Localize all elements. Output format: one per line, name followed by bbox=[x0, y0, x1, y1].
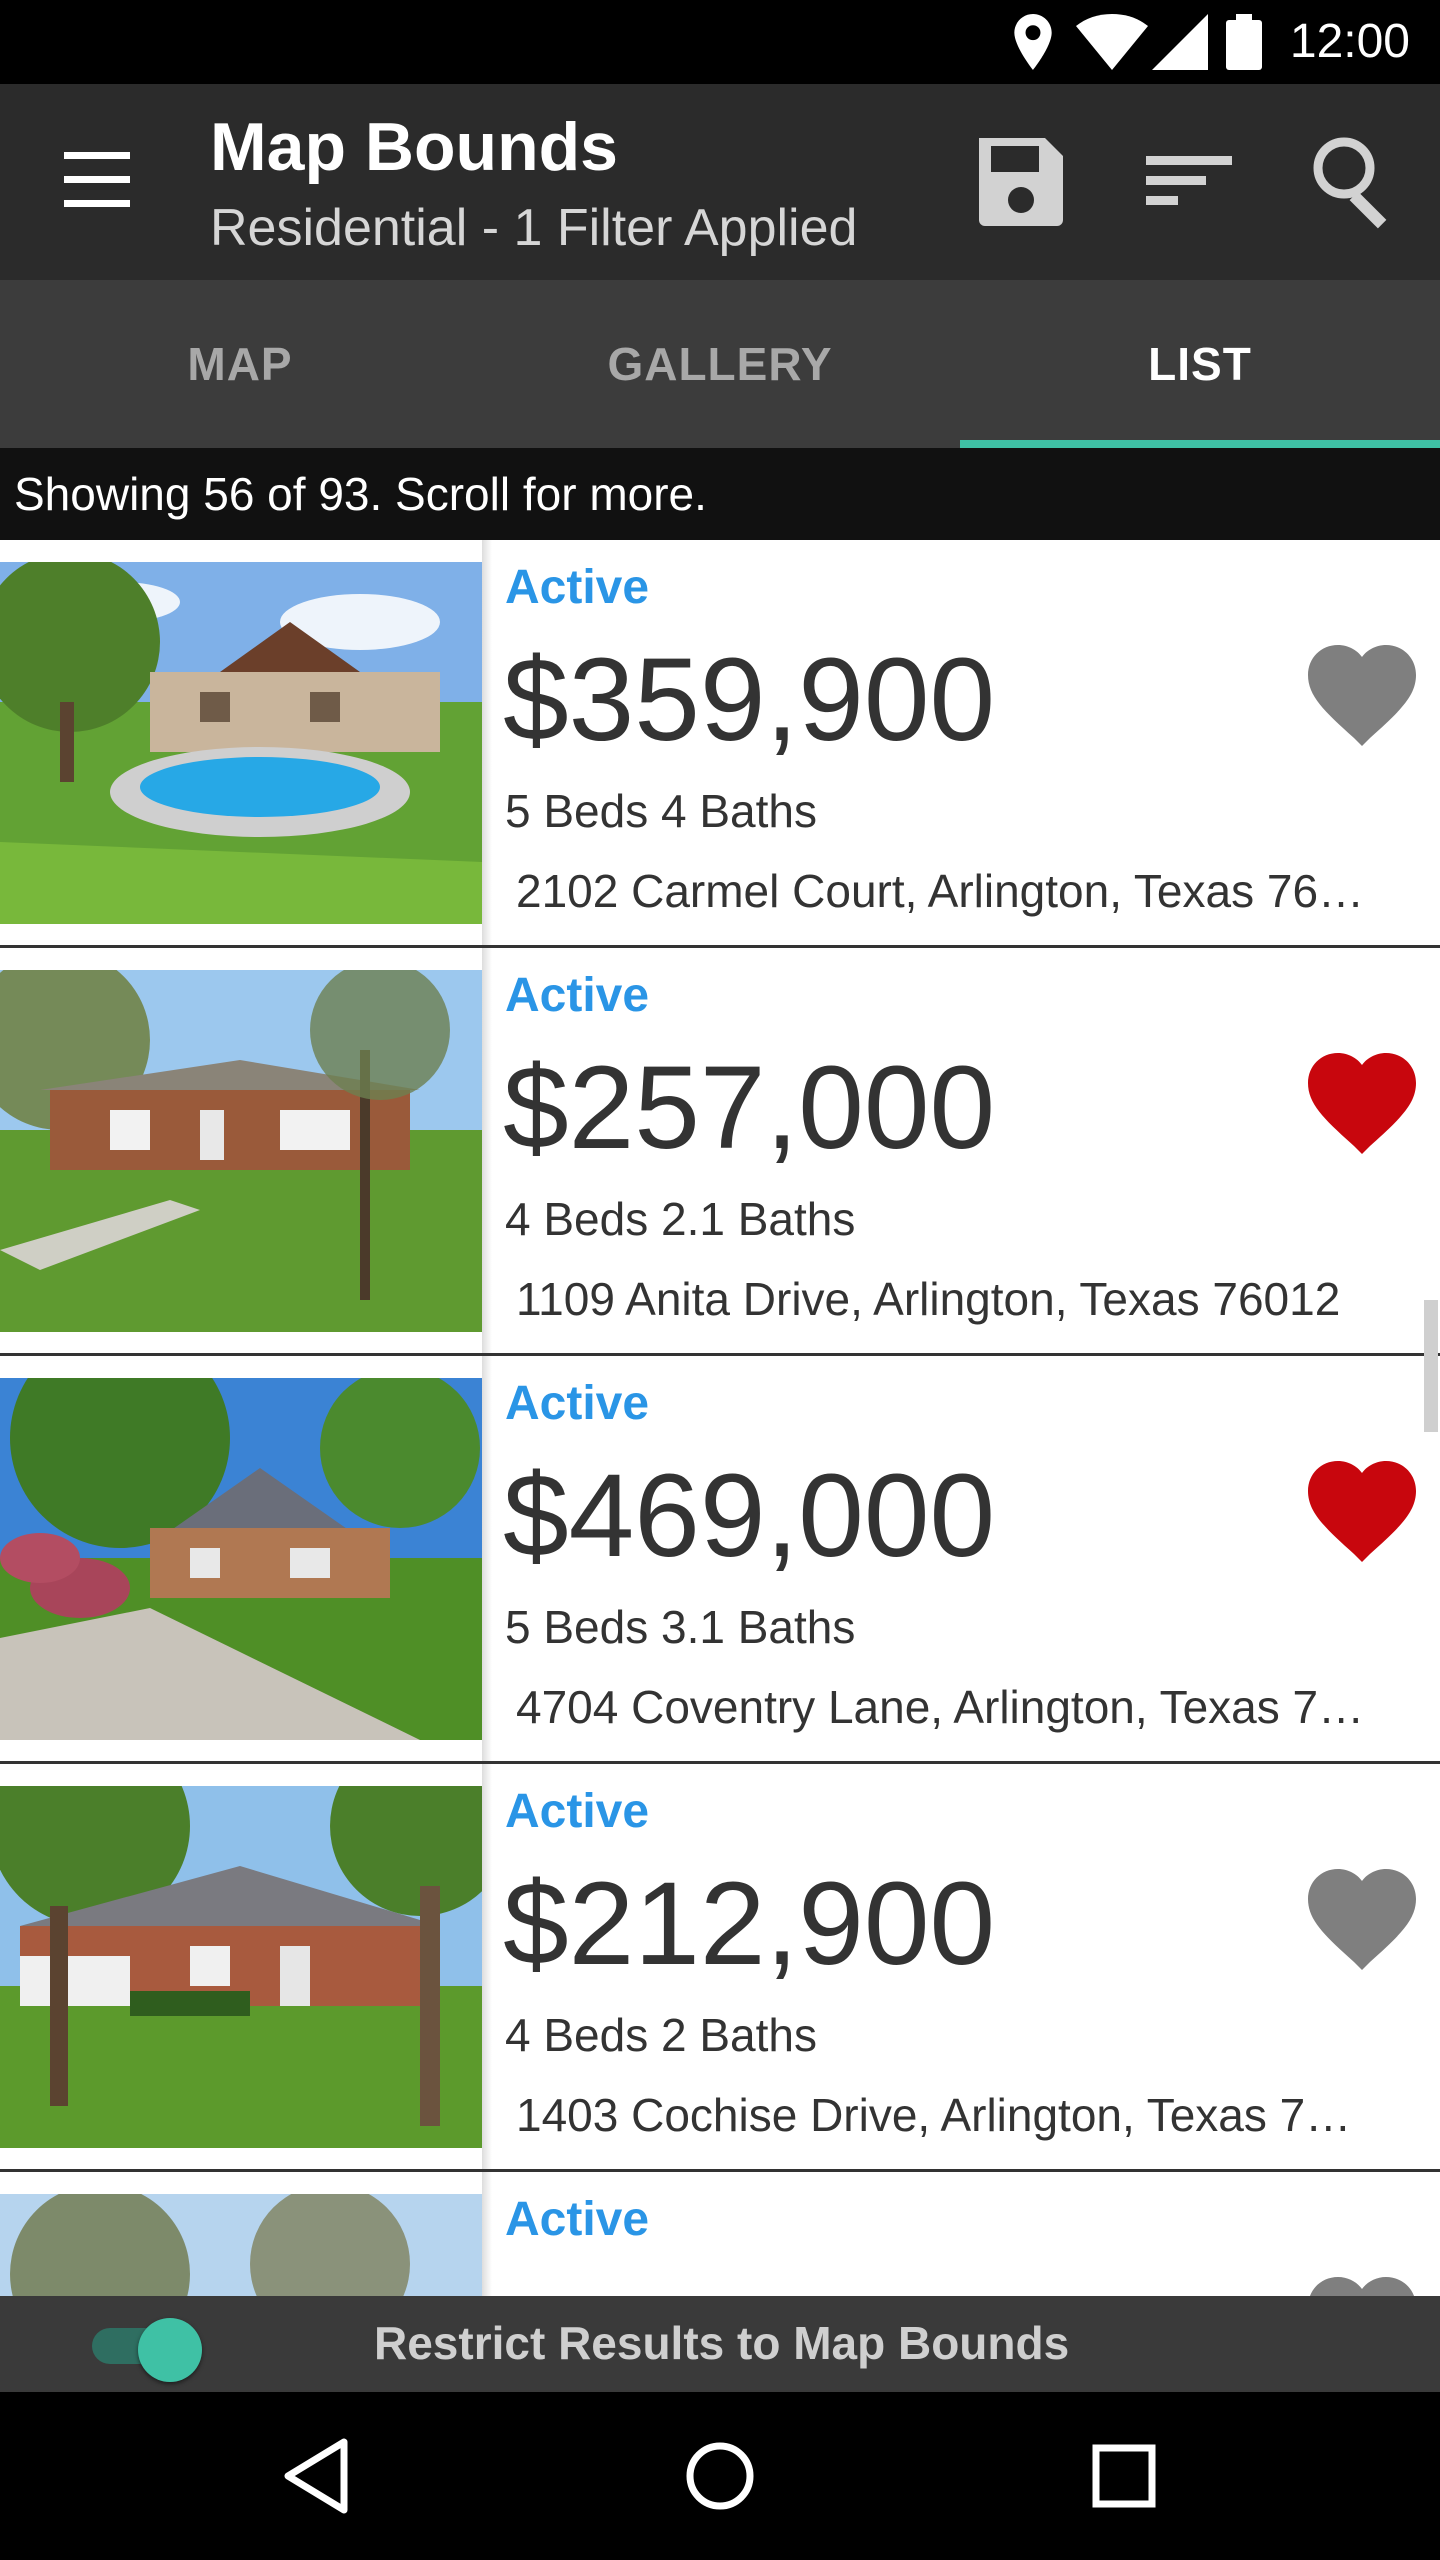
map-bounds-label: Restrict Results to Map Bounds bbox=[374, 2317, 1070, 2369]
listing-price: $469,000 bbox=[503, 1450, 996, 1582]
listing-item[interactable]: Active $257,000 4 Beds 2.1 Baths 1109 An… bbox=[0, 948, 1440, 1356]
heart-icon[interactable] bbox=[1306, 642, 1418, 750]
tab-list[interactable]: LIST bbox=[960, 280, 1440, 448]
status-label: Active bbox=[505, 1377, 650, 1430]
cell-signal-icon bbox=[1152, 14, 1208, 70]
listing-item[interactable]: Active $469,000 5 Beds 3.1 Baths 4704 Co… bbox=[0, 1356, 1440, 1764]
status-label: Active bbox=[505, 2193, 650, 2246]
listing-price: $212,900 bbox=[503, 1858, 996, 1990]
listing-price: $257,000 bbox=[503, 1042, 996, 1174]
menu-icon[interactable] bbox=[48, 140, 148, 224]
heart-icon[interactable] bbox=[1306, 1866, 1418, 1974]
beds-baths: 5 Beds 4 Baths bbox=[505, 785, 817, 837]
sort-icon[interactable] bbox=[1134, 124, 1244, 234]
results-count: Showing 56 of 93. Scroll for more. bbox=[0, 448, 1440, 540]
app-bar: Map Bounds Residential - 1 Filter Applie… bbox=[0, 84, 1440, 280]
home-icon[interactable] bbox=[680, 2436, 760, 2516]
listing-item[interactable]: Active $212,900 4 Beds 2 Baths 1403 Coch… bbox=[0, 1764, 1440, 2172]
listing-list[interactable]: Active $359,900 5 Beds 4 Baths 2102 Carm… bbox=[0, 540, 1440, 2296]
listing-address: 1109 Anita Drive, Arlington, Texas 76012 bbox=[516, 1273, 1341, 1325]
listing-photo[interactable] bbox=[0, 2194, 482, 2296]
heart-icon[interactable] bbox=[1306, 1458, 1418, 1566]
divider bbox=[482, 540, 492, 945]
listing-address: 1403 Cochise Drive, Arlington, Texas 7… bbox=[516, 2089, 1352, 2141]
listing-photo[interactable] bbox=[0, 562, 482, 924]
status-label: Active bbox=[505, 969, 650, 1022]
battery-icon bbox=[1226, 14, 1262, 70]
tab-gallery[interactable]: GALLERY bbox=[480, 280, 960, 448]
listing-price: $359,900 bbox=[503, 634, 996, 766]
listing-item[interactable]: Active $359,900 5 Beds 4 Baths 2102 Carm… bbox=[0, 540, 1440, 948]
listing-item[interactable]: Active bbox=[0, 2172, 1440, 2296]
listing-photo[interactable] bbox=[0, 1786, 482, 2148]
divider bbox=[482, 1764, 492, 2169]
back-icon[interactable] bbox=[280, 2436, 352, 2516]
recents-icon[interactable] bbox=[1088, 2436, 1160, 2516]
view-tabs: MAP GALLERY LIST bbox=[0, 280, 1440, 448]
beds-baths: 4 Beds 2 Baths bbox=[505, 2009, 817, 2061]
status-label: Active bbox=[505, 1785, 650, 1838]
listing-photo[interactable] bbox=[0, 1378, 482, 1740]
page-title: Map Bounds bbox=[210, 109, 618, 185]
map-bounds-bar: Restrict Results to Map Bounds bbox=[0, 2296, 1440, 2392]
status-label: Active bbox=[505, 561, 650, 614]
divider bbox=[482, 2172, 492, 2296]
listing-address: 2102 Carmel Court, Arlington, Texas 76… bbox=[516, 865, 1365, 917]
status-bar: 12:00 bbox=[0, 0, 1440, 84]
system-nav-bar bbox=[0, 2392, 1440, 2560]
heart-icon[interactable] bbox=[1306, 1050, 1418, 1158]
page-subtitle: Residential - 1 Filter Applied bbox=[210, 199, 858, 257]
map-bounds-toggle[interactable] bbox=[92, 2318, 210, 2382]
heart-icon[interactable] bbox=[1306, 2274, 1418, 2296]
search-icon[interactable] bbox=[1300, 124, 1410, 234]
wifi-icon bbox=[1076, 14, 1148, 70]
toggle-knob bbox=[138, 2318, 202, 2382]
listing-photo[interactable] bbox=[0, 970, 482, 1332]
status-time: 12:00 bbox=[1289, 15, 1410, 68]
scrollbar-thumb[interactable] bbox=[1424, 1300, 1438, 1432]
beds-baths: 4 Beds 2.1 Baths bbox=[505, 1193, 856, 1245]
save-icon[interactable] bbox=[965, 124, 1075, 234]
tab-map[interactable]: MAP bbox=[0, 280, 480, 448]
listing-address: 4704 Coventry Lane, Arlington, Texas 7… bbox=[516, 1681, 1365, 1733]
location-icon bbox=[1014, 14, 1052, 70]
divider bbox=[482, 948, 492, 1353]
beds-baths: 5 Beds 3.1 Baths bbox=[505, 1601, 856, 1653]
divider bbox=[482, 1356, 492, 1761]
